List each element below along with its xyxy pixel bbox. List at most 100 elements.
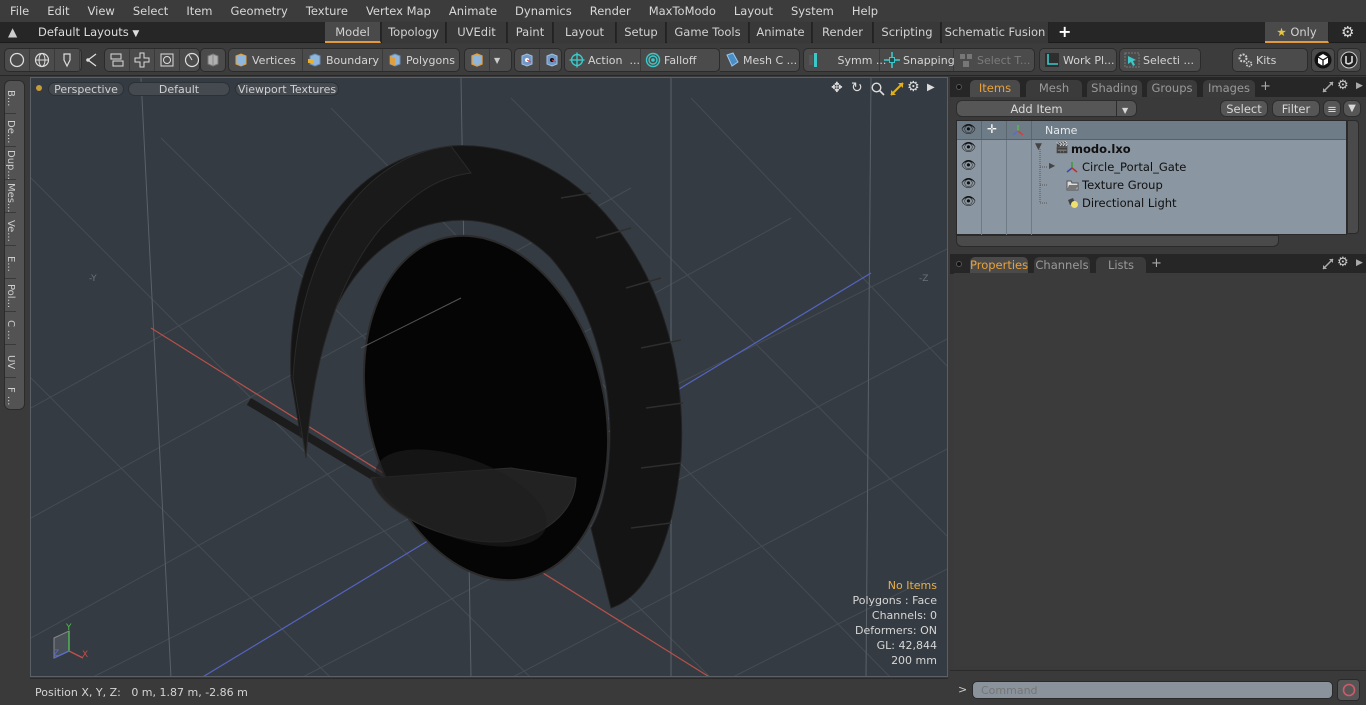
- tab-lists[interactable]: Lists: [1096, 257, 1146, 274]
- viewport-indicator-dot[interactable]: [36, 85, 42, 91]
- menu-help[interactable]: Help: [842, 4, 886, 18]
- left-tab-uv[interactable]: UV: [5, 345, 16, 378]
- visibility-eye-icon[interactable]: 👁: [961, 158, 976, 172]
- add-item-dropdown[interactable]: Add Item ▼: [956, 100, 1137, 117]
- polygons-mode-button[interactable]: Polygons: [383, 49, 459, 71]
- action-center-button[interactable]: Action ...: [565, 49, 641, 71]
- vertices-mode-button[interactable]: Vertices: [229, 49, 303, 71]
- kits-button[interactable]: Kits: [1233, 49, 1280, 71]
- tab-layout[interactable]: Layout: [554, 22, 616, 43]
- layout-settings-gear-icon[interactable]: ⚙: [1341, 23, 1354, 41]
- boundary-mode-button[interactable]: Boundary: [303, 49, 383, 71]
- tab-shading[interactable]: Shading: [1087, 80, 1142, 97]
- collapse-arrow-icon[interactable]: ▶: [1049, 161, 1055, 170]
- panel-indicator-dot[interactable]: [956, 84, 962, 90]
- left-tab-deform[interactable]: De...: [5, 114, 16, 147]
- command-input[interactable]: [972, 681, 1333, 699]
- tab-mesh-ops[interactable]: Mesh Ops: [1026, 80, 1082, 112]
- menu-system[interactable]: System: [781, 4, 842, 18]
- visibility-eye-icon[interactable]: 👁: [961, 140, 976, 154]
- maximize-viewport-icon[interactable]: [890, 82, 904, 96]
- tab-images[interactable]: Images: [1203, 80, 1255, 97]
- expand-panel-icon[interactable]: [1322, 258, 1334, 270]
- left-tab-polygon[interactable]: Pol...: [5, 279, 16, 312]
- menu-animate[interactable]: Animate: [439, 4, 505, 18]
- align-tool-button[interactable]: [105, 49, 130, 71]
- pan-move-icon[interactable]: ✥: [831, 80, 843, 96]
- tree-row-circle-portal-gate[interactable]: 👁 ▶ Circle_Portal_Gate: [957, 158, 1348, 176]
- pivot-mode-button[interactable]: [540, 49, 564, 71]
- circle-tool-button[interactable]: [5, 49, 30, 71]
- left-tab-duplicate[interactable]: Dup...: [5, 147, 16, 180]
- material-mode-dropdown[interactable]: ▼: [490, 49, 504, 71]
- panel-settings-gear-icon[interactable]: ⚙: [1337, 78, 1349, 93]
- tab-game-tools[interactable]: Game Tools: [667, 22, 749, 43]
- add-layout-tab-button[interactable]: +: [1058, 22, 1071, 41]
- viewport-settings-gear-icon[interactable]: ⚙: [907, 79, 920, 95]
- locator-column-icon[interactable]: [1012, 124, 1024, 136]
- snapping-button[interactable]: Snapping: [880, 49, 955, 71]
- tab-topology[interactable]: Topology: [382, 22, 446, 43]
- name-column-header[interactable]: Name: [1045, 124, 1077, 137]
- menu-render[interactable]: Render: [580, 4, 639, 18]
- pen-tool-button[interactable]: [55, 49, 80, 71]
- menu-geometry[interactable]: Geometry: [221, 4, 296, 18]
- tab-channels[interactable]: Channels: [1034, 257, 1090, 274]
- tab-model[interactable]: Model: [325, 22, 381, 43]
- visibility-eye-icon[interactable]: 👁: [961, 194, 976, 208]
- select-button[interactable]: Select: [1220, 100, 1268, 117]
- falloff-button[interactable]: Falloff: [641, 49, 717, 71]
- unity-button[interactable]: [1312, 49, 1334, 71]
- list-options-button[interactable]: ≡: [1323, 100, 1341, 117]
- menu-view[interactable]: View: [78, 4, 123, 18]
- tree-row-directional-light[interactable]: 👁 Directional Light: [957, 194, 1348, 212]
- left-tab-edge[interactable]: E...: [5, 246, 16, 279]
- items-vertical-scrollbar[interactable]: [1347, 120, 1359, 234]
- tree-row-modo-lxo[interactable]: 👁 ▼ 🎬 modo.lxo: [957, 140, 1348, 158]
- visibility-column-eye-icon[interactable]: 👁: [961, 122, 976, 136]
- panel-indicator-dot[interactable]: [956, 261, 962, 267]
- panel-settings-gear-icon[interactable]: ⚙: [1337, 255, 1349, 270]
- tab-animate[interactable]: Animate: [750, 22, 812, 43]
- viewport-textures-button[interactable]: Viewport Textures: [235, 82, 339, 96]
- tab-scripting[interactable]: Scripting: [874, 22, 941, 43]
- center-mode-button[interactable]: [515, 49, 540, 71]
- left-tab-curve[interactable]: C ...: [5, 312, 16, 345]
- add-panel-tab-button[interactable]: +: [1151, 256, 1162, 271]
- filter-button[interactable]: Filter: [1272, 100, 1320, 117]
- tab-render[interactable]: Render: [813, 22, 873, 43]
- default-layouts-dropdown[interactable]: Default Layouts ▼: [38, 25, 139, 39]
- menu-layout[interactable]: Layout: [724, 4, 781, 18]
- add-panel-tab-button[interactable]: +: [1260, 79, 1271, 94]
- record-macro-button[interactable]: [1337, 679, 1360, 701]
- menu-maxtomodo[interactable]: MaxToModo: [639, 4, 724, 18]
- funnel-filter-button[interactable]: ▼: [1343, 100, 1361, 117]
- tab-groups[interactable]: Groups: [1147, 80, 1197, 97]
- collapse-up-icon[interactable]: ▲: [8, 25, 17, 39]
- unwrap-tool-button[interactable]: [130, 49, 155, 71]
- rotate-view-icon[interactable]: ↻: [851, 80, 863, 96]
- item-mode-button[interactable]: [201, 49, 225, 71]
- work-plane-button[interactable]: Work Pl...: [1040, 49, 1119, 71]
- left-tab-basic[interactable]: B...: [5, 81, 16, 114]
- 3d-viewport[interactable]: Perspective Default Viewport Textures ✥ …: [30, 77, 948, 677]
- tab-properties[interactable]: Properties: [970, 257, 1028, 274]
- menu-vertex-map[interactable]: Vertex Map: [356, 4, 439, 18]
- left-tab-fusion[interactable]: F ...: [5, 378, 16, 411]
- sphere-tool-button[interactable]: [30, 49, 55, 71]
- unreal-button[interactable]: [1338, 49, 1360, 71]
- menu-select[interactable]: Select: [123, 4, 176, 18]
- items-horizontal-scrollbar[interactable]: [956, 235, 1279, 247]
- tab-paint[interactable]: Paint: [508, 22, 553, 43]
- curve-tool-button[interactable]: [80, 49, 104, 71]
- zoom-magnifier-icon[interactable]: [871, 82, 885, 96]
- shading-mode-button[interactable]: Default: [128, 82, 230, 96]
- tab-items[interactable]: Items: [970, 80, 1020, 97]
- selection-sets-button[interactable]: Selecti ...: [1120, 49, 1198, 71]
- select-through-button[interactable]: Select T...: [954, 49, 1032, 71]
- tab-schematic-fusion[interactable]: Schematic Fusion: [942, 22, 1049, 43]
- lock-column-icon[interactable]: ✛: [987, 122, 997, 136]
- viewport-more-arrow-icon[interactable]: ▶: [927, 82, 935, 93]
- left-tab-mesh-edit[interactable]: Mes...: [5, 180, 16, 213]
- expand-panel-icon[interactable]: [1322, 81, 1334, 93]
